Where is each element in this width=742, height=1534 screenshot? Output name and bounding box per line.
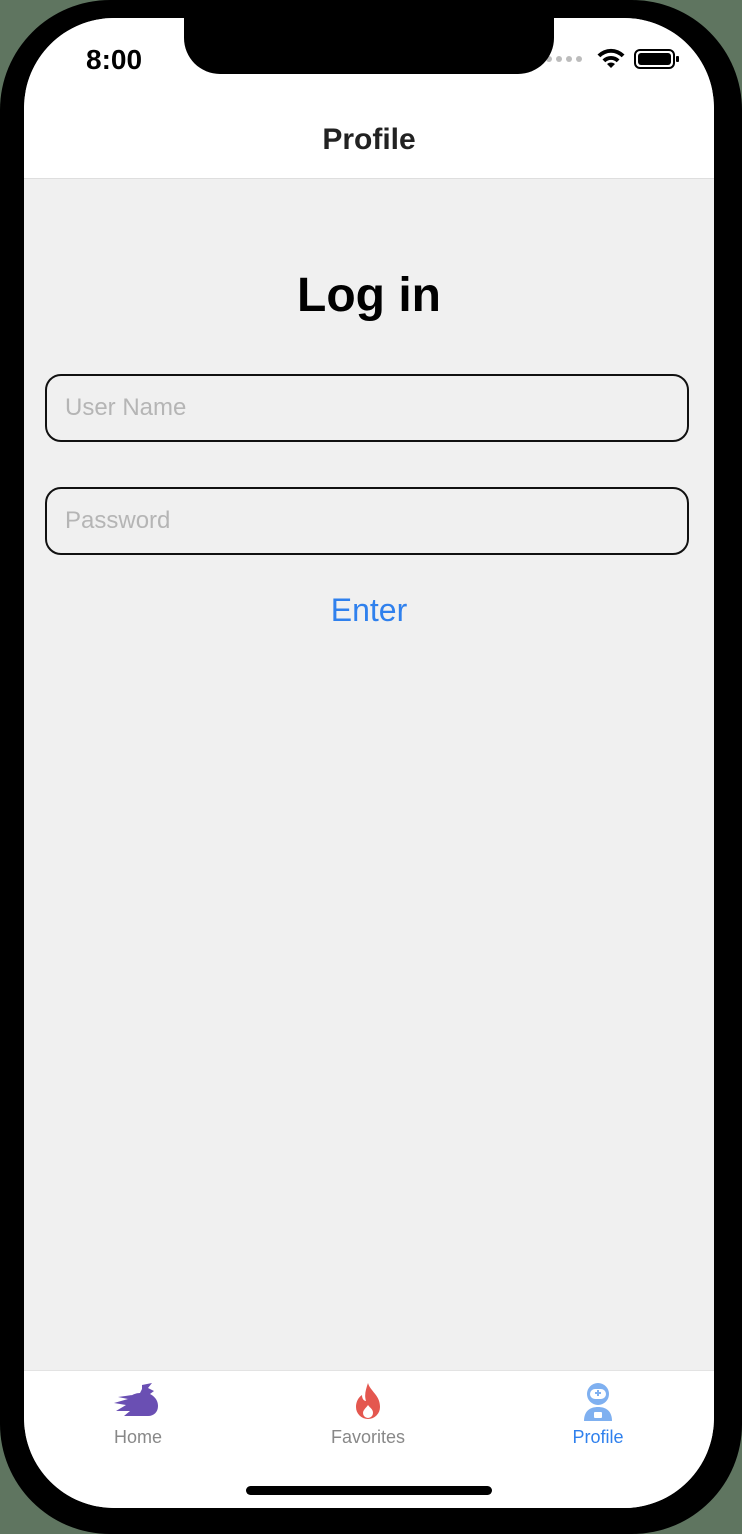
login-heading: Log in — [297, 269, 441, 322]
app-screen: 8:00 Profile Log in User Name Enter Home… — [24, 18, 714, 1508]
dragon-icon — [114, 1383, 158, 1416]
home-indicator[interactable] — [246, 1486, 492, 1495]
tab-home-label: Home — [113, 1427, 162, 1447]
status-icons — [546, 48, 680, 70]
signal-icon — [546, 56, 582, 62]
tab-profile-label: Profile — [572, 1427, 624, 1447]
status-time: 8:00 — [86, 44, 143, 75]
tab-profile[interactable]: Profile — [518, 1381, 678, 1448]
notch — [184, 18, 554, 74]
nav-title: Profile — [322, 123, 416, 156]
username-field[interactable] — [45, 374, 689, 442]
username-input[interactable] — [47, 376, 687, 440]
tab-favorites[interactable]: Favorites — [288, 1381, 448, 1448]
navigation-bar: Profile — [24, 108, 714, 179]
phone-frame: 8:00 Profile Log in User Name Enter Home… — [0, 0, 742, 1534]
password-field[interactable] — [45, 487, 689, 555]
tab-home[interactable]: Home — [58, 1381, 218, 1448]
astronaut-icon — [584, 1383, 612, 1421]
enter-button[interactable]: Enter — [24, 592, 714, 629]
fire-icon — [356, 1383, 380, 1419]
battery-icon — [634, 49, 679, 69]
password-input[interactable] — [47, 489, 687, 553]
wifi-icon — [597, 48, 625, 68]
tab-favorites-label: Favorites — [330, 1427, 406, 1447]
